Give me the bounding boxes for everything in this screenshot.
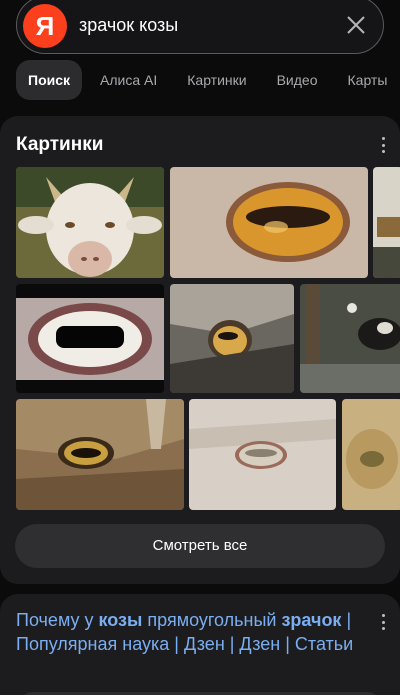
image-thumbnail[interactable] bbox=[189, 399, 336, 510]
image-thumbnail[interactable] bbox=[170, 167, 368, 278]
close-icon[interactable] bbox=[345, 14, 367, 36]
image-thumbnail[interactable] bbox=[170, 284, 294, 393]
search-input[interactable]: зрачок козы bbox=[79, 15, 178, 36]
images-card: Картинки Смотреть все bbox=[0, 116, 400, 584]
tab-search[interactable]: Поиск bbox=[16, 60, 83, 100]
tab-images[interactable]: Картинки bbox=[175, 60, 258, 100]
image-thumbnail[interactable] bbox=[16, 284, 164, 393]
images-block-title: Картинки bbox=[16, 134, 104, 155]
tab-maps[interactable]: Карты bbox=[336, 60, 400, 100]
tab-alice-ai[interactable]: Алиса AI bbox=[88, 60, 169, 100]
image-thumbnail[interactable] bbox=[16, 399, 184, 510]
tab-video[interactable]: Видео bbox=[265, 60, 330, 100]
search-tabs: Поиск Алиса AI Картинки Видео Карты bbox=[16, 60, 399, 100]
see-all-button[interactable]: Смотреть все bbox=[15, 524, 385, 568]
yandex-logo[interactable]: Я bbox=[23, 4, 67, 48]
result-title-link[interactable]: Почему у козы прямоугольный зрачок | Поп… bbox=[16, 608, 356, 656]
image-thumbnail[interactable] bbox=[342, 399, 400, 510]
image-thumbnail[interactable] bbox=[300, 284, 400, 393]
image-thumbnail[interactable] bbox=[16, 167, 164, 278]
search-result-card: Почему у козы прямоугольный зрачок | Поп… bbox=[0, 594, 400, 695]
search-bar[interactable]: Я зрачок козы bbox=[16, 0, 384, 54]
more-options-icon[interactable] bbox=[380, 614, 386, 630]
more-options-icon[interactable] bbox=[380, 137, 386, 153]
image-thumbnail[interactable] bbox=[373, 167, 400, 278]
